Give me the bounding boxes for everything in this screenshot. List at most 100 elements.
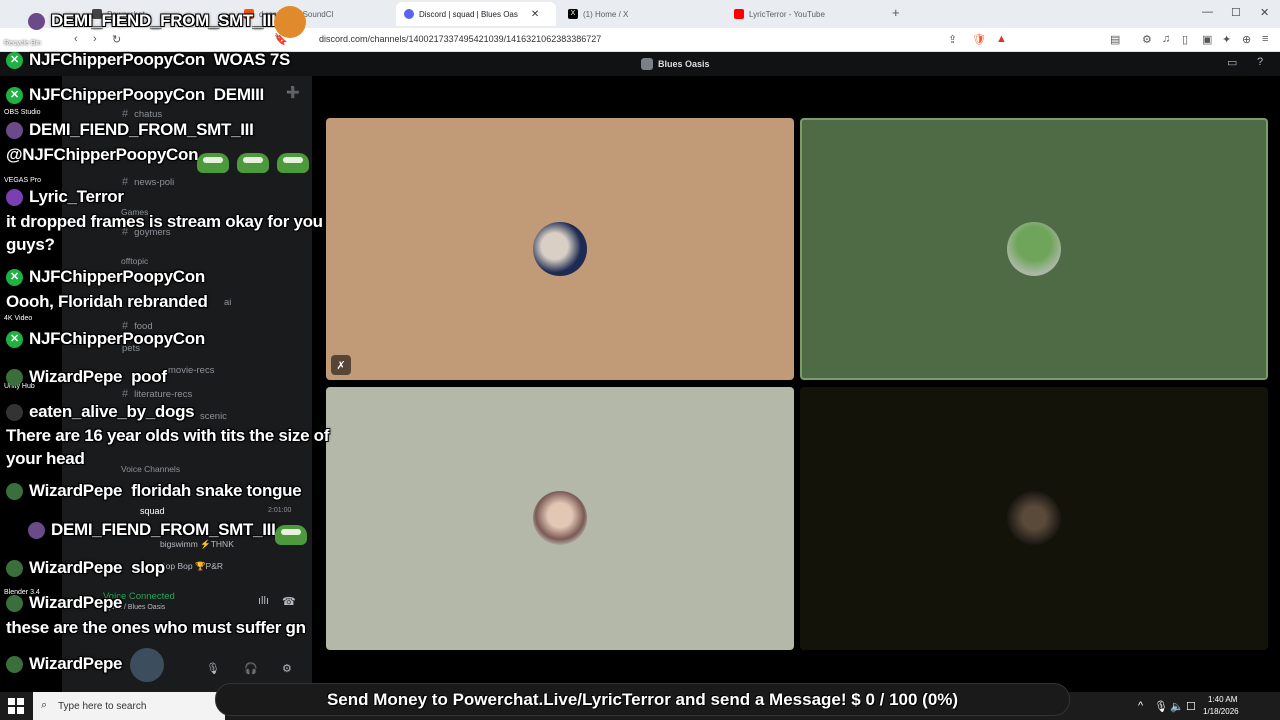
server-icon [641,58,653,70]
chat-message: ✕ NJFChipperPoopyCon [6,267,205,287]
network-icon[interactable]: ☐ [1186,700,1196,713]
channel-movie[interactable]: movie-recs [168,365,214,376]
emote-icon [274,6,306,38]
call-timer: 2:01:00 [268,507,292,514]
tab-label: (1) Home / X [583,9,629,19]
chat-message: WizardPepe slop [6,558,165,578]
tab-discord[interactable]: Discord | squad⁠ | Blues Oas ✕ [396,2,556,26]
minimize-icon[interactable]: — [1202,6,1213,18]
new-tab-button[interactable]: + [892,5,900,20]
tab-youtube[interactable]: LyricTerror - YouTube [726,4,891,24]
close-tab-icon[interactable]: ✕ [531,9,539,20]
pepe-emote-icon [275,525,307,545]
self-avatar[interactable] [130,648,164,682]
media-icon[interactable]: ♫ [1162,33,1170,45]
category-offtopic[interactable]: offtopic [121,256,148,266]
user-avatar-icon [6,189,23,207]
desktop-icon-recycle-bin[interactable]: Recycle Bin [4,40,41,47]
maximize-icon[interactable]: ☐ [1231,6,1241,19]
channel-scenic[interactable]: scenic [200,411,227,422]
vpn-icon[interactable]: ⊕ [1242,33,1251,46]
x-favicon-icon: X [568,9,578,19]
headset-icon[interactable]: 🎧 [244,662,258,675]
chat-message: DEMI_FIEND_FROM_SMT_III [28,520,276,540]
video-tile-2[interactable] [800,118,1268,380]
user-avatar-icon [6,560,23,578]
chat-message: your head [6,449,85,468]
back-icon[interactable]: ‹ [74,33,78,45]
channel-news[interactable]: # news-poli [122,176,174,188]
chat-message: There are 16 year olds with tits the siz… [6,426,330,445]
chat-message: Oooh, Floridah rebranded [6,292,208,311]
brave-rewards-icon[interactable]: ▲ [996,33,1007,45]
disconnect-icon[interactable]: ☎ [282,595,296,608]
voice-user[interactable]: Bop Bop 🏆P&R [160,561,223,572]
muted-icon: ✗ [331,355,351,375]
channel-ai[interactable]: ai [224,297,231,308]
avatar [533,222,587,276]
user-avatar-icon [6,122,23,140]
address-bar[interactable]: discord.com/channels/1400217337495421039… [319,34,601,44]
chat-message: DEMI_FIEND_FROM_SMT_III [28,11,276,31]
extensions-icon[interactable]: ⚙ [1142,33,1152,46]
chat-message: eaten_alive_by_dogs [6,402,195,422]
inbox-icon[interactable]: ▭ [1227,56,1237,69]
voice-user[interactable]: bigswimm ⚡THNK [160,539,234,550]
search-placeholder: Type here to search [58,701,147,712]
chat-message: WizardPepe floridah snake tongue [6,481,302,501]
user-avatar-icon [6,369,23,387]
server-name: Blues Oasis [658,59,710,69]
forward-icon[interactable]: › [93,33,97,45]
video-tile-3[interactable] [326,387,794,650]
channel-literature[interactable]: # literature-recs [122,388,192,400]
brave-shield-icon[interactable]: 🛡 [972,33,986,46]
chat-message: ✕ NJFChipperPoopyCon WOAS 7S [6,50,290,70]
chat-message: WizardPepe [6,654,123,674]
tray-chevron-icon[interactable]: ^ [1138,700,1143,712]
desktop-icon-4k-video[interactable]: 4K Video [4,315,32,322]
youtube-favicon-icon [734,9,744,19]
chat-message: these are the ones who must suffer gn [6,618,306,637]
user-settings-icon[interactable]: ⚙ [282,662,292,675]
help-icon[interactable]: ? [1257,56,1263,68]
microphone-icon[interactable]: 🎙 [206,662,220,675]
desktop-icon-obs[interactable]: OBS Studio [4,109,41,116]
xbox-badge-icon: ✕ [6,331,23,349]
noise-suppression-icon[interactable]: ıllı [258,595,269,607]
pepe-emote-icon [237,153,269,173]
pepe-emote-icon [277,153,309,173]
tab-x[interactable]: X (1) Home / X [560,4,725,24]
share-icon[interactable]: ⇪ [948,33,957,46]
panel-icon[interactable]: ▯ [1182,33,1188,46]
clock-date[interactable]: 1/18/2026 [1203,707,1239,716]
chat-message: guys? [6,235,55,254]
sidebar-icon[interactable]: ▤ [1110,33,1120,46]
category-voice[interactable]: Voice Channels [121,464,180,474]
clock-time[interactable]: 1:40 AM [1208,695,1237,704]
chat-message: ✕ NJFChipperPoopyCon DEMIII [6,85,264,105]
video-tile-1[interactable]: ✗ [326,118,794,380]
taskbar-search[interactable]: ⌕ Type here to search [33,692,225,720]
reload-icon[interactable]: ↻ [112,33,121,46]
window-close-icon[interactable]: ✕ [1260,6,1269,19]
user-avatar-icon [6,483,23,501]
chat-message: @NJFChipperPoopyCon [6,145,199,164]
chat-message: Lyric_Terror [6,187,124,207]
desktop-icon-vegas[interactable]: VEGAS Pro [4,177,41,184]
search-icon: ⌕ [41,699,48,711]
volume-icon[interactable]: 🔈 [1170,700,1184,713]
windows-start-icon[interactable] [8,698,24,714]
avatar [1007,491,1061,545]
invite-icon[interactable]: ➕ [286,86,300,99]
pepe-emote-icon [197,153,229,173]
wallet-icon[interactable]: ▣ [1202,33,1212,46]
channel-chatus[interactable]: # chatus [122,108,162,120]
menu-icon[interactable]: ≡ [1262,33,1268,45]
voice-channel-squad[interactable]: squad⁠ [140,506,165,516]
user-avatar-icon [6,656,23,674]
chat-message: DEMI_FIEND_FROM_SMT_III [6,120,254,140]
tray-mic-icon[interactable]: 🎙 [1154,700,1168,713]
leo-icon[interactable]: ✦ [1222,33,1231,46]
avatar [533,491,587,545]
video-tile-4[interactable] [800,387,1268,650]
